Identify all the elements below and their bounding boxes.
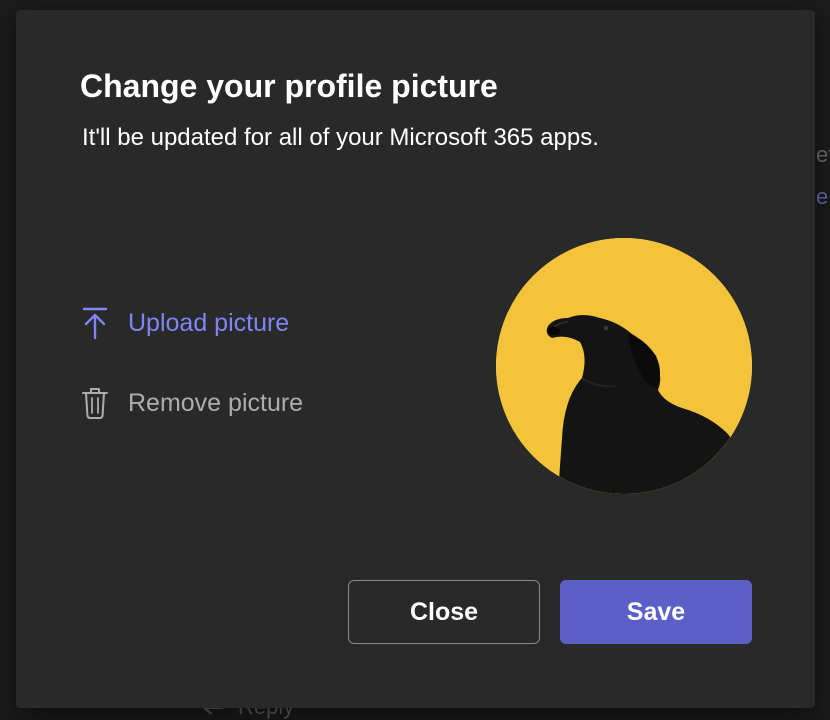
upload-picture-label: Upload picture [128,309,289,338]
remove-picture-label: Remove picture [128,389,303,418]
dialog-title: Change your profile picture [80,68,498,105]
dog-photo-image [496,238,752,494]
close-button[interactable]: Close [348,580,540,644]
upload-arrow-icon [80,306,110,340]
change-profile-picture-dialog: Change your profile picture It'll be upd… [16,10,815,708]
profile-picture-preview [496,238,752,494]
upload-picture-button[interactable]: Upload picture [80,306,289,340]
background-link-fragment: e [816,184,828,210]
trash-icon [80,386,110,420]
save-button[interactable]: Save [560,580,752,644]
remove-picture-button[interactable]: Remove picture [80,386,303,420]
background-text-fragment: et [816,142,830,168]
dialog-subtitle: It'll be updated for all of your Microso… [82,124,599,152]
